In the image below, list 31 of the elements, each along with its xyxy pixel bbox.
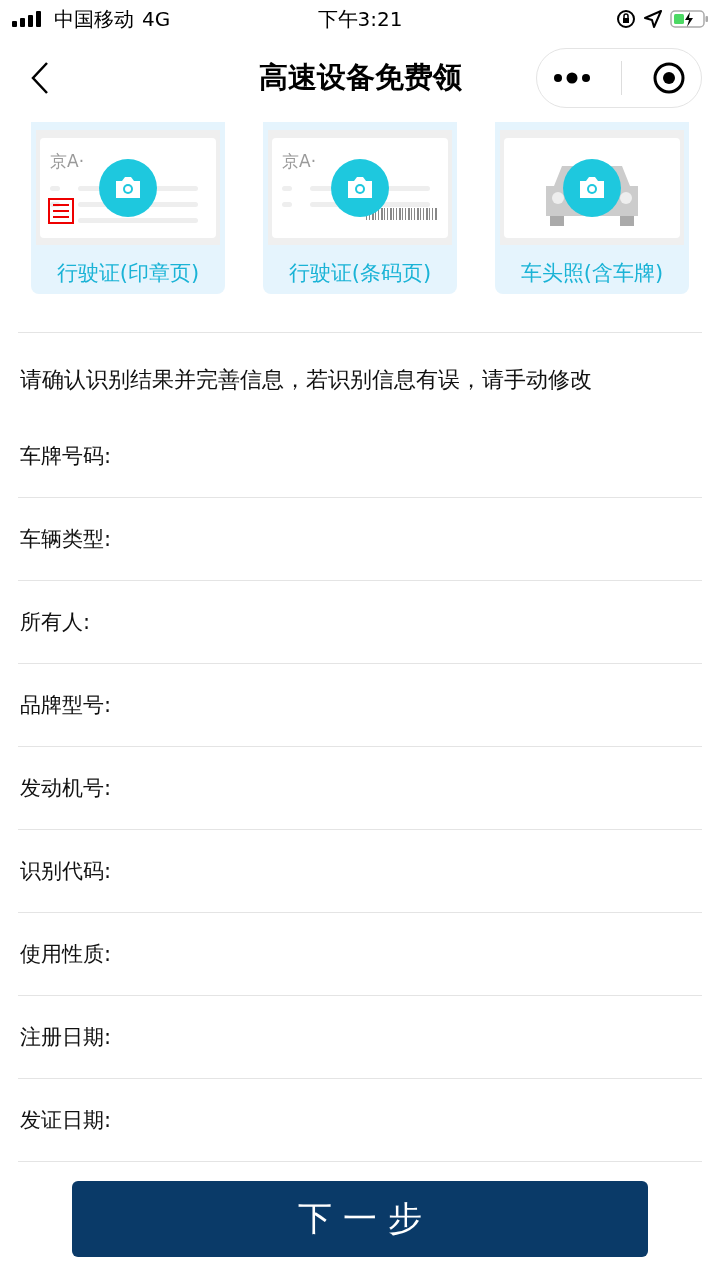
barcode-drawing <box>366 207 438 220</box>
page-title: 高速设备免费领 <box>258 59 462 96</box>
notice-text: 请确认识别结果并完善信息，若识别信息有误，请手动修改 <box>20 366 593 394</box>
field-label: 发证日期: <box>19 1107 112 1134</box>
card-label: 车头照(含车牌) <box>520 260 664 287</box>
more-icon[interactable] <box>551 71 592 85</box>
field-label: 所有人: <box>19 609 91 636</box>
field-label: 品牌型号: <box>19 692 112 719</box>
stamp-drawing <box>48 197 74 224</box>
field-label: 注册日期: <box>19 1024 112 1051</box>
field-label: 车牌号码: <box>19 443 112 470</box>
field-label: 使用性质: <box>19 941 112 968</box>
clock-time: 下午3:21 <box>317 5 403 33</box>
location-arrow-icon <box>644 10 662 28</box>
field-label: 车辆类型: <box>19 526 112 553</box>
card-label: 行驶证(印章页) <box>56 260 200 287</box>
close-target-icon[interactable] <box>652 61 687 95</box>
upload-card[interactable]: 车头照(含车牌) <box>495 122 689 294</box>
card-label: 行驶证(条码页) <box>288 260 432 287</box>
battery-icon <box>670 9 710 29</box>
network-type: 4G <box>142 7 171 31</box>
upload-card[interactable]: 京A· 行驶证(印章页) <box>31 122 225 294</box>
upload-card[interactable]: 京A· 行驶证(条码页) <box>263 122 457 294</box>
sample-plate: 京A· <box>50 149 85 173</box>
rotation-lock-icon <box>616 9 636 29</box>
field-label: 发动机号: <box>19 775 112 802</box>
sample-plate: 京A· <box>282 149 317 173</box>
field-label: 识别代码: <box>19 858 112 885</box>
next-button[interactable]: 下 一 步 <box>72 1181 648 1257</box>
carrier-name: 中国移动 <box>54 5 134 33</box>
back-icon[interactable] <box>30 61 50 95</box>
